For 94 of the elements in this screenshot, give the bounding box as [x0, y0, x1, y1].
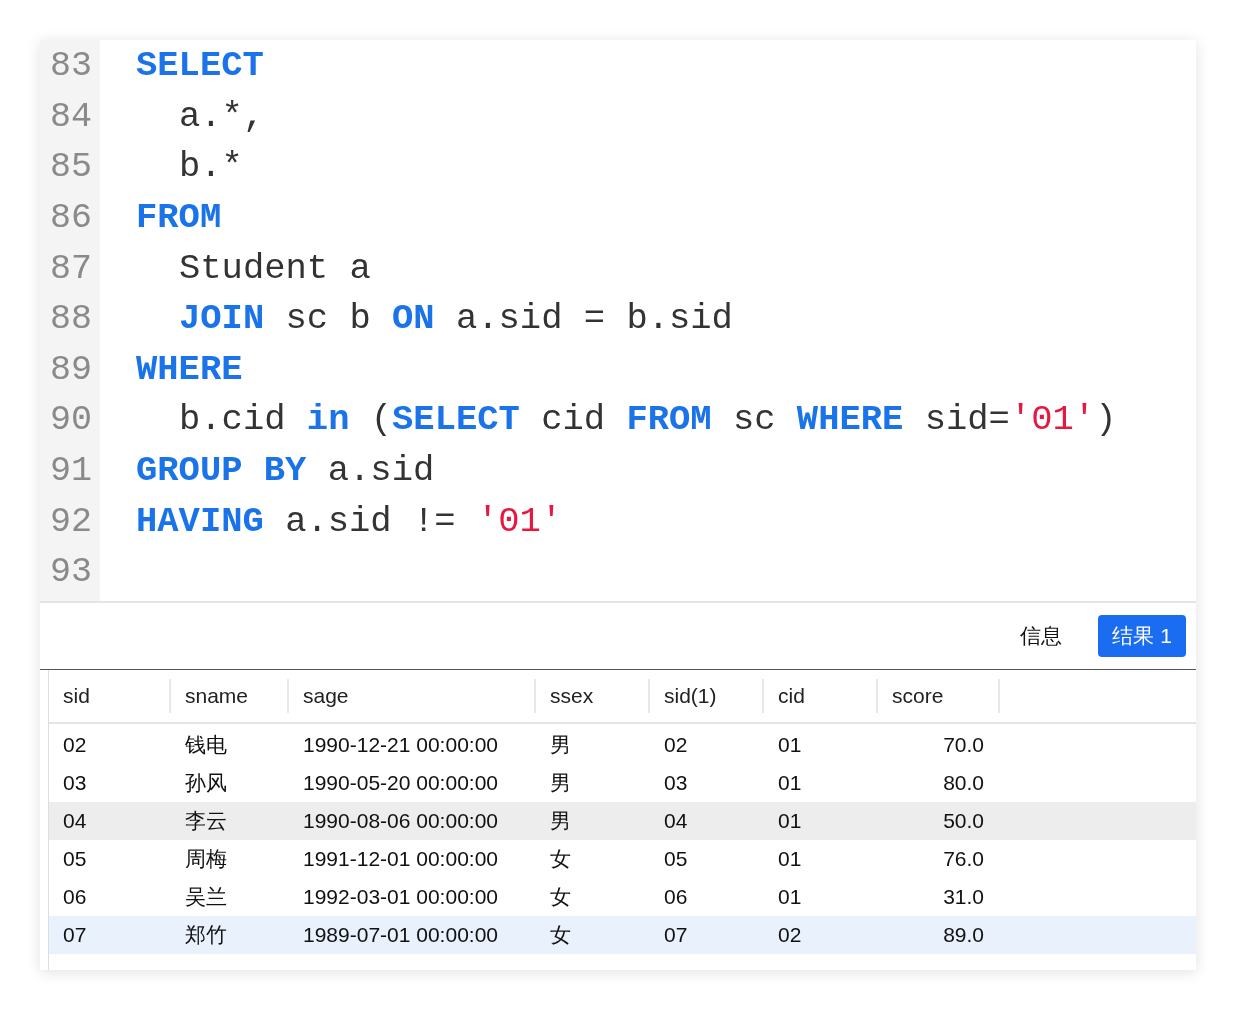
- sql-code: a.sid: [326, 449, 435, 494]
- table-cell: 70.0: [943, 733, 984, 756]
- sql-code: b.cid: [179, 398, 287, 443]
- table-row[interactable]: 04 李云 1990-08-06 00:00:00 男 04 01 50.0: [49, 802, 1196, 840]
- sql-keyword: FROM: [626, 398, 712, 443]
- table-row[interactable]: 03 孙风 1990-05-20 00:00:00 男 03 01 80.0: [49, 764, 1196, 802]
- sql-code: (: [369, 398, 393, 443]
- table-cell: 女: [550, 923, 571, 946]
- sql-keyword: HAVING: [136, 499, 264, 544]
- column-header[interactable]: ssex: [550, 684, 594, 707]
- sql-keyword: FROM: [136, 195, 222, 240]
- sql-code: sc: [731, 398, 777, 443]
- table-cell: 02: [63, 733, 87, 756]
- table-row[interactable]: 05 周梅 1991-12-01 00:00:00 女 05 01 76.0: [49, 840, 1196, 878]
- table-cell: 07: [664, 923, 688, 946]
- table-cell: 06: [664, 885, 688, 908]
- table-cell: 周梅: [185, 847, 227, 870]
- sql-string: '01': [1009, 398, 1096, 443]
- table-cell: 01: [778, 809, 802, 832]
- line-number: 91: [50, 451, 92, 492]
- table-cell: 01: [778, 733, 802, 756]
- table-cell: 1991-12-01 00:00:00: [303, 847, 498, 870]
- table-cell: 03: [63, 771, 87, 794]
- sql-keyword: GROUP BY: [136, 449, 307, 494]
- line-number: 90: [50, 400, 92, 441]
- table-cell: 50.0: [943, 809, 984, 832]
- table-cell: 07: [63, 923, 87, 946]
- table-cell: 89.0: [943, 923, 984, 946]
- table-row[interactable]: 07 郑竹 1989-07-01 00:00:00 女 07 02 89.0: [49, 916, 1196, 954]
- table-cell: 男: [550, 771, 571, 794]
- table-cell: 女: [550, 847, 571, 870]
- sql-keyword: in: [306, 398, 350, 443]
- sql-string: '01': [476, 499, 563, 544]
- table-cell: 1990-05-20 00:00:00: [303, 771, 498, 794]
- column-header[interactable]: sid: [63, 684, 90, 707]
- line-number: 84: [50, 96, 92, 137]
- column-header[interactable]: cid: [778, 684, 805, 707]
- table-cell: 郑竹: [185, 923, 227, 946]
- table-cell: 男: [550, 809, 571, 832]
- table-row[interactable]: 06 吴兰 1992-03-01 00:00:00 女 06 01 31.0: [49, 878, 1196, 916]
- table-row[interactable]: 02 钱电 1990-12-21 00:00:00 男 02 01 70.0: [49, 726, 1196, 764]
- sql-keyword: SELECT: [392, 398, 520, 443]
- sql-code: Student a: [179, 246, 371, 291]
- sql-keyword: JOIN: [179, 297, 265, 342]
- line-number: 85: [50, 147, 92, 188]
- table-cell: 80.0: [943, 771, 984, 794]
- line-number: 92: [50, 501, 92, 542]
- table-cell: 01: [778, 771, 802, 794]
- column-header[interactable]: sname: [185, 684, 249, 707]
- sql-code: sc b: [284, 297, 372, 342]
- table-cell: 孙风: [185, 771, 227, 794]
- sql-keyword: WHERE: [796, 398, 904, 443]
- sql-code: sid=: [923, 398, 1010, 443]
- table-cell: 03: [664, 771, 688, 794]
- table-cell: 01: [778, 885, 802, 908]
- table-cell: 31.0: [943, 885, 984, 908]
- table-cell: 1989-07-01 00:00:00: [303, 923, 498, 946]
- table-cell: 02: [778, 923, 802, 946]
- line-number: 86: [50, 197, 92, 238]
- table-cell: 1992-03-01 00:00:00: [303, 885, 498, 908]
- column-header[interactable]: sage: [303, 684, 349, 707]
- table-cell: 1990-12-21 00:00:00: [303, 733, 498, 756]
- table-cell: 05: [63, 847, 87, 870]
- result-tab[interactable]: 信息: [1006, 615, 1077, 657]
- result-tab[interactable]: 结果 1: [1098, 615, 1186, 657]
- table-cell: 01: [778, 847, 802, 870]
- table-cell: 钱电: [185, 733, 227, 756]
- table-cell: 76.0: [943, 847, 984, 870]
- sql-code: a.sid !=: [284, 499, 457, 544]
- sql-keyword: WHERE: [136, 347, 243, 392]
- column-header[interactable]: sid(1): [664, 684, 717, 707]
- table-cell: 1990-08-06 00:00:00: [303, 809, 498, 832]
- sql-code: a.*,: [179, 94, 265, 139]
- table-cell: 06: [63, 885, 87, 908]
- column-header[interactable]: score: [892, 684, 944, 707]
- table-cell: 吴兰: [185, 885, 227, 908]
- table-cell: 04: [63, 809, 87, 832]
- table-cell: 女: [550, 885, 571, 908]
- line-number: 83: [50, 46, 92, 86]
- table-cell: 李云: [185, 809, 227, 832]
- sql-keyword: ON: [392, 297, 435, 342]
- table-cell: 男: [550, 733, 571, 756]
- line-number: 93: [50, 552, 92, 593]
- sql-code: a.sid = b.sid: [454, 297, 733, 342]
- sql-code: cid: [540, 398, 607, 443]
- line-number: 89: [50, 349, 92, 390]
- table-cell: 02: [664, 733, 688, 756]
- sql-code: b.*: [179, 145, 243, 190]
- table-cell: 04: [664, 809, 688, 832]
- line-number: 87: [50, 248, 92, 289]
- line-number: 88: [50, 299, 92, 340]
- sql-keyword: SELECT: [136, 44, 264, 88]
- sql-code: ): [1095, 398, 1117, 443]
- table-cell: 05: [664, 847, 688, 870]
